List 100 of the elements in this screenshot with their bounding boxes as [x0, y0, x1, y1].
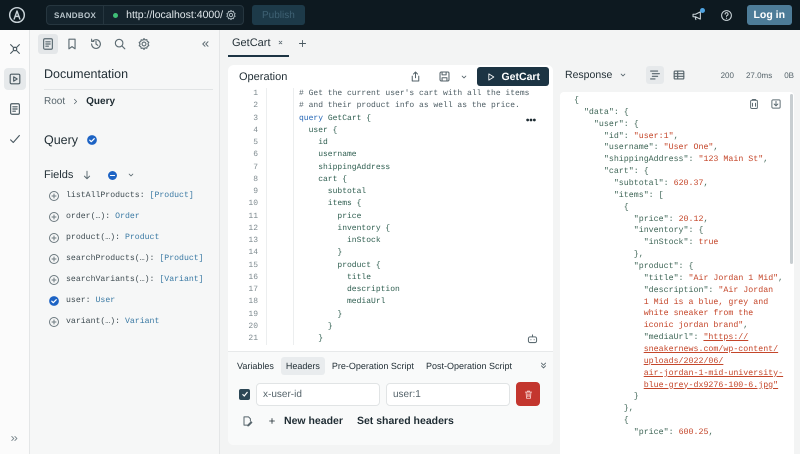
url-link[interactable]: uploads/2022/06/: [644, 356, 724, 366]
response-size: 0B: [783, 70, 794, 80]
line-number: 17: [247, 284, 258, 296]
json-line: "product": {: [632, 261, 694, 273]
request-tab[interactable]: Post-Operation Script: [420, 356, 517, 374]
code-line: }: [336, 247, 342, 260]
help-icon[interactable]: [720, 8, 732, 22]
plus-circle-icon[interactable]: [48, 232, 60, 244]
login-button[interactable]: Log in: [746, 5, 792, 25]
line-number: 14: [247, 247, 258, 260]
toolbar-button[interactable]: [38, 34, 58, 54]
line-number: 13: [247, 235, 258, 247]
url-bar[interactable]: SANDBOX http://localhost:4000/: [46, 5, 244, 25]
code-line: mediaUrl: [346, 296, 386, 308]
code-line: # Get the current user's cart with all the items: [299, 88, 530, 100]
view-toggle[interactable]: [646, 66, 664, 84]
code-line: product {: [336, 260, 381, 272]
json-line: "title": "Air Jordan 1 Mid",: [642, 272, 784, 285]
line-number: 15: [247, 260, 258, 272]
share-icon[interactable]: [409, 70, 422, 83]
code-line: items {: [326, 198, 362, 210]
line-number: 4: [252, 124, 258, 137]
plus-circle-icon[interactable]: [48, 190, 60, 202]
breadcrumb-item[interactable]: Root: [44, 96, 66, 107]
field-entry[interactable]: listAllProducts: [Product]: [66, 191, 194, 200]
json-line: "shippingAddress": "123 Main St",: [602, 154, 768, 166]
url-link[interactable]: air-jordan-1-mid-university-: [644, 368, 784, 378]
shared-headers-button[interactable]: Set shared headers: [356, 415, 454, 427]
environment-label: SANDBOX: [47, 6, 104, 24]
line-number: 1: [252, 88, 258, 100]
code-line: inStock: [346, 235, 381, 247]
plus-icon: [267, 416, 277, 426]
response-label[interactable]: Response: [565, 69, 612, 81]
code-line: query GetCart {: [299, 112, 372, 124]
response-time: 27.0ms: [744, 70, 772, 80]
field-entry[interactable]: product(…): Product: [66, 233, 160, 242]
request-tab[interactable]: Headers: [280, 356, 325, 374]
operation-title: Operation: [239, 70, 288, 82]
field-entry[interactable]: user: User: [66, 296, 116, 305]
json-line: white sneaker from the: [642, 308, 754, 320]
new-header-button[interactable]: New header: [267, 415, 343, 427]
code-line: description: [346, 284, 400, 296]
json-line: "mediaUrl": "https://: [642, 332, 748, 344]
rail-button[interactable]: [4, 68, 26, 90]
fields-heading: Fields: [44, 169, 74, 181]
status-code: 200: [720, 70, 734, 80]
url-link[interactable]: sneakernews.com/wp-content/: [644, 345, 778, 354]
operation-tab[interactable]: GetCart: [228, 30, 289, 57]
field-entry[interactable]: order(…): Order: [66, 212, 140, 221]
code-line: title: [346, 272, 372, 284]
line-number: 5: [252, 137, 258, 149]
breadcrumb-item[interactable]: Query: [86, 96, 116, 107]
line-number: 19: [247, 308, 258, 320]
download-icon[interactable]: [770, 98, 782, 110]
code-line: user {: [308, 124, 338, 137]
line-number: 8: [252, 174, 258, 186]
json-line: },: [632, 249, 644, 262]
plus-circle-icon[interactable]: [48, 252, 60, 264]
run-button[interactable]: GetCart: [477, 67, 549, 86]
field-entry[interactable]: searchVariants(…): [Variant]: [66, 275, 204, 284]
search-icon: [113, 36, 127, 50]
play-icon: [486, 72, 496, 82]
url-link[interactable]: blue-grey-dx9276-100-6.jpg": [644, 380, 778, 390]
robot-icon[interactable]: [526, 332, 539, 345]
expand-icon[interactable]: [9, 433, 20, 444]
field-entry[interactable]: searchProducts(…): [Product]: [66, 254, 204, 263]
logo-icon: [8, 6, 26, 24]
edit-icon[interactable]: [241, 415, 253, 427]
plus-circle-icon[interactable]: [48, 210, 60, 222]
line-number: 7: [252, 162, 258, 174]
megaphone-icon[interactable]: [690, 8, 704, 22]
plus-circle-icon[interactable]: [48, 274, 60, 286]
plus-circle-icon[interactable]: [48, 316, 60, 328]
checkbox[interactable]: [239, 388, 250, 400]
code-line: username: [317, 149, 357, 162]
request-tab[interactable]: Pre-Operation Script: [326, 356, 419, 374]
add-tab-icon[interactable]: [296, 38, 308, 49]
line-number: 16: [247, 272, 258, 284]
code-line: subtotal: [326, 186, 366, 198]
line-number: 20: [247, 320, 258, 333]
delete-button[interactable]: [516, 382, 540, 406]
settings-icon[interactable]: [225, 9, 237, 21]
save-icon[interactable]: [438, 70, 452, 83]
header-key-field[interactable]: x-user-id: [256, 382, 380, 406]
trash-icon: [522, 388, 534, 400]
minus-circle-icon[interactable]: [107, 170, 118, 180]
code-line: shippingAddress: [317, 162, 390, 174]
json-line: "user": {: [592, 118, 639, 131]
code-line: }: [326, 320, 333, 333]
request-tab[interactable]: Variables: [232, 356, 279, 374]
settings-icon: [137, 36, 151, 50]
check-circle-icon[interactable]: [48, 294, 60, 306]
url-link[interactable]: "https://: [703, 333, 748, 342]
header-value-field[interactable]: user:1: [386, 382, 510, 406]
code-line: cart {: [317, 174, 348, 186]
field-entry[interactable]: variant(…): Variant: [66, 317, 160, 326]
code-line: id: [317, 137, 328, 149]
play-icon: [8, 72, 22, 86]
json-line: "inventory": {: [632, 225, 704, 238]
double-chevron-icon[interactable]: [538, 360, 549, 371]
